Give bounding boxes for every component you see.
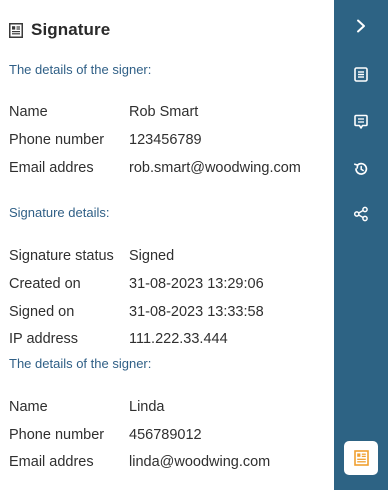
collapse-panel-button[interactable]: [334, 12, 388, 40]
detail-row-email: Email addres rob.smart@woodwing.com: [9, 158, 334, 178]
detail-label: Email addres: [9, 454, 94, 470]
detail-value: 456789012: [129, 427, 202, 443]
signature-panel-button[interactable]: [344, 441, 378, 475]
comment-icon: [354, 114, 368, 129]
detail-value: 31-08-2023 13:33:58: [129, 304, 264, 320]
detail-label: Phone number: [9, 427, 105, 443]
history-icon: [353, 162, 368, 175]
detail-label: Created on: [9, 276, 81, 292]
detail-row-ip: IP address 111.222.33.444: [9, 329, 334, 349]
detail-value: 31-08-2023 13:29:06: [129, 276, 264, 292]
document-icon: [354, 66, 368, 82]
detail-value: 111.222.33.444: [129, 331, 228, 347]
document-info-button[interactable]: [334, 60, 388, 88]
section-heading-signer: The details of the signer:: [9, 356, 152, 371]
comments-button[interactable]: [334, 108, 388, 136]
detail-label: Signed on: [9, 304, 75, 320]
detail-label: Signature status: [9, 248, 114, 264]
detail-row-signed: Signed on 31-08-2023 13:33:58: [9, 302, 334, 322]
section-heading-signature-details: Signature details:: [9, 205, 110, 220]
detail-label: Name: [9, 104, 48, 120]
side-rail: [334, 0, 388, 490]
detail-value: Signed: [129, 248, 175, 264]
detail-value: linda@woodwing.com: [129, 454, 271, 470]
signature-document-icon: [9, 22, 23, 38]
detail-label: Phone number: [9, 132, 105, 148]
share-button[interactable]: [334, 200, 388, 228]
signature-icon: [353, 450, 369, 466]
detail-row-phone: Phone number 456789012: [9, 425, 334, 445]
detail-label: Name: [9, 399, 48, 415]
detail-row-name: Name Linda: [9, 397, 334, 417]
detail-row-phone: Phone number 123456789: [9, 130, 334, 150]
history-button[interactable]: [334, 155, 388, 183]
detail-row-status: Signature status Signed: [9, 246, 334, 266]
panel-title: Signature: [31, 20, 111, 39]
section-heading-signer: The details of the signer:: [9, 62, 152, 77]
detail-label: IP address: [9, 331, 79, 347]
detail-value: rob.smart@woodwing.com: [129, 160, 301, 176]
signature-panel: Signature The details of the signer: Nam…: [0, 0, 334, 490]
detail-value: Linda: [129, 399, 165, 415]
share-icon: [353, 206, 368, 222]
detail-value: Rob Smart: [129, 104, 199, 120]
detail-row-name: Name Rob Smart: [9, 102, 334, 122]
panel-header: Signature: [9, 20, 110, 40]
detail-label: Email addres: [9, 160, 94, 176]
detail-value: 123456789: [129, 132, 202, 148]
detail-row-email: Email addres linda@woodwing.com: [9, 452, 334, 472]
detail-row-created: Created on 31-08-2023 13:29:06: [9, 274, 334, 294]
chevron-right-icon: [357, 19, 365, 33]
